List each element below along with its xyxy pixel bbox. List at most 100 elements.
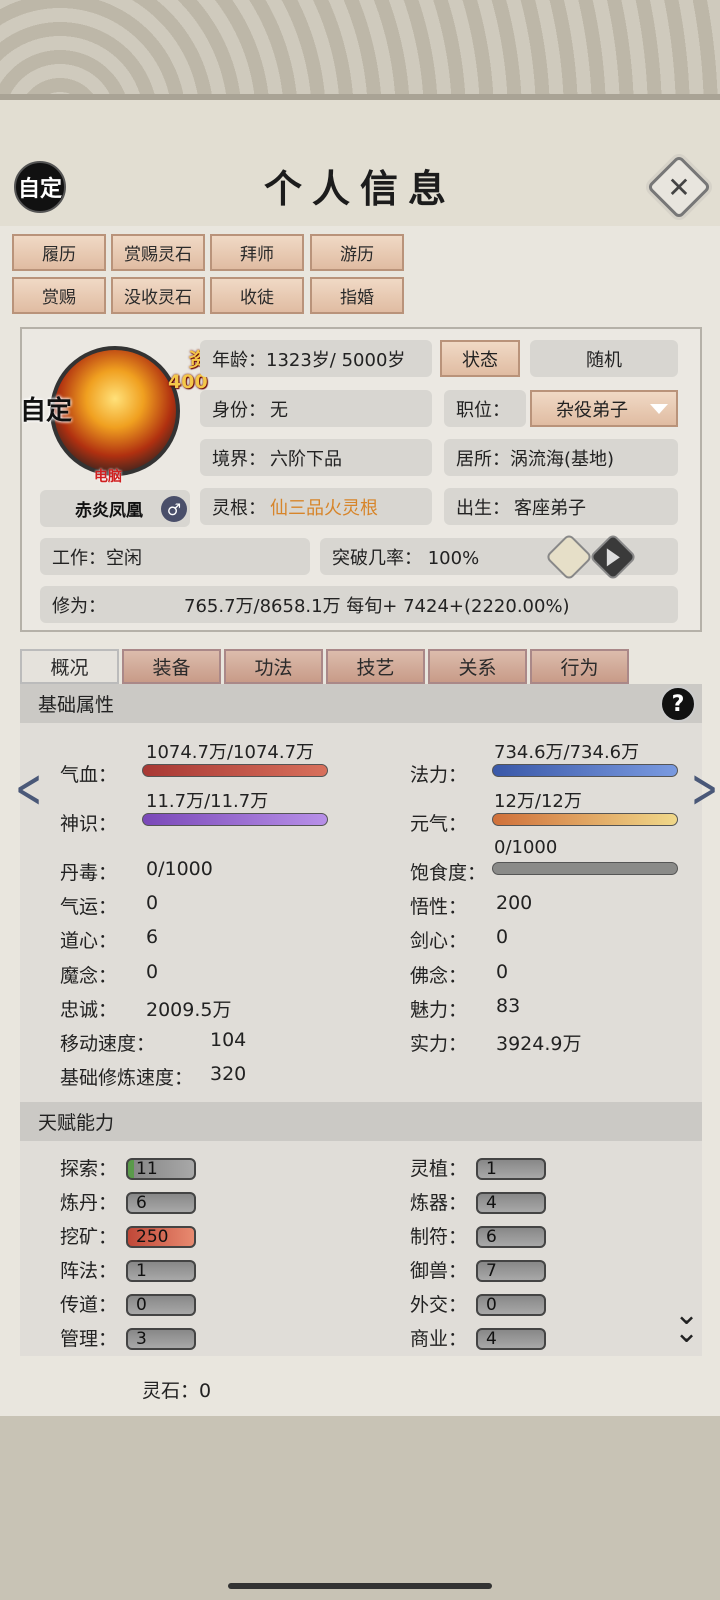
spirit-root-value: 仙三品火灵根 bbox=[270, 497, 378, 519]
realm-field: 境界： 六阶下品 bbox=[200, 439, 432, 476]
random-button[interactable]: 随机 bbox=[530, 340, 678, 377]
realm-value: 六阶下品 bbox=[270, 448, 342, 470]
tab-relations[interactable]: 关系 bbox=[428, 649, 527, 684]
talent-value: 11 bbox=[126, 1158, 196, 1180]
cultivation-value: 765.7万/8658.1万 每旬+ 7424+(2220.00%) bbox=[184, 595, 570, 617]
stat-label: 道心： bbox=[60, 930, 118, 952]
male-icon: ♂ bbox=[161, 496, 187, 522]
home-indicator[interactable] bbox=[228, 1583, 492, 1589]
stat-label: 佛念： bbox=[410, 965, 468, 987]
talent-header: 天赋能力 bbox=[20, 1102, 702, 1141]
stat-value: 200 bbox=[496, 892, 533, 914]
arrange-marriage-button[interactable]: 指婚 bbox=[310, 277, 404, 314]
hp-bar bbox=[142, 764, 328, 777]
tab-techniques[interactable]: 功法 bbox=[224, 649, 323, 684]
talent-label: 管理： bbox=[60, 1328, 118, 1350]
stat-label: 气运： bbox=[60, 896, 118, 918]
mana-label: 法力： bbox=[410, 764, 468, 786]
talent-value: 1 bbox=[126, 1260, 196, 1282]
talent-value: 1 bbox=[476, 1158, 546, 1180]
overview-content[interactable]: 基础属性 1074.7万/1074.7万 气血： 734.6万/734.6万 法… bbox=[20, 684, 702, 1356]
stat-label: 移动速度： bbox=[60, 1033, 156, 1055]
tab-overview[interactable]: 概况 bbox=[20, 649, 119, 684]
stat-value: 0 bbox=[496, 961, 509, 983]
reward-button[interactable]: 赏赐 bbox=[12, 277, 106, 314]
age-field: 年龄：1323岁/ 5000岁 bbox=[200, 340, 432, 377]
identity-value: 无 bbox=[270, 399, 288, 421]
talent-value: 3 bbox=[126, 1328, 196, 1350]
travel-button[interactable]: 游历 bbox=[310, 234, 404, 271]
bottom-area bbox=[0, 1416, 720, 1600]
chevron-left-icon[interactable]: < bbox=[15, 762, 42, 816]
talent-value: 250 bbox=[126, 1226, 196, 1248]
page-title: 个人信息 bbox=[263, 166, 456, 211]
vital-bar bbox=[492, 813, 678, 826]
apprentice-button[interactable]: 拜师 bbox=[210, 234, 304, 271]
dropdown-arrow-icon bbox=[650, 404, 668, 414]
talent-label: 炼丹： bbox=[60, 1192, 118, 1214]
satiety-value: 0/1000 bbox=[494, 837, 558, 858]
stat-value: 0 bbox=[496, 926, 509, 948]
avatar-auto-label: 自定 bbox=[20, 396, 73, 426]
stat-value: 0/1000 bbox=[146, 858, 213, 880]
talent-label: 御兽： bbox=[410, 1260, 468, 1282]
device-label: 电脑 bbox=[94, 469, 122, 485]
chevron-right-icon[interactable]: > bbox=[691, 762, 718, 816]
stat-value: 83 bbox=[496, 995, 521, 1017]
mana-value: 734.6万/734.6万 bbox=[494, 742, 640, 763]
tab-skills[interactable]: 技艺 bbox=[326, 649, 425, 684]
satiety-label: 饱食度： bbox=[410, 862, 487, 884]
stat-label: 悟性： bbox=[410, 896, 468, 918]
take-disciple-button[interactable]: 收徒 bbox=[210, 277, 304, 314]
stat-value: 6 bbox=[146, 926, 159, 948]
sense-bar bbox=[142, 813, 328, 826]
talent-label: 商业： bbox=[410, 1328, 468, 1350]
spirit-root-field: 灵根： 仙三品火灵根 bbox=[200, 488, 432, 525]
position-label: 职位： bbox=[444, 390, 526, 427]
sense-value: 11.7万/11.7万 bbox=[146, 791, 269, 812]
realm-label: 境界： bbox=[212, 448, 266, 470]
residence-field: 居所：涡流海(基地) bbox=[444, 439, 678, 476]
spirit-stone-count: 灵石：0 bbox=[142, 1380, 212, 1402]
birth-label: 出生： bbox=[456, 497, 510, 519]
help-icon[interactable]: ? bbox=[660, 686, 696, 722]
birth-field: 出生： 客座弟子 bbox=[444, 488, 678, 525]
basic-attributes-header: 基础属性 bbox=[20, 684, 702, 723]
talent-value: 6 bbox=[126, 1192, 196, 1214]
history-button[interactable]: 履历 bbox=[12, 234, 106, 271]
vital-label: 元气： bbox=[410, 813, 468, 835]
confiscate-stone-button[interactable]: 没收灵石 bbox=[111, 277, 205, 314]
mana-bar bbox=[492, 764, 678, 777]
sense-label: 神识： bbox=[60, 813, 118, 835]
stat-label: 实力： bbox=[410, 1033, 468, 1055]
stat-value: 0 bbox=[146, 892, 159, 914]
talent-label: 挖矿： bbox=[60, 1226, 118, 1248]
talent-value: 0 bbox=[126, 1294, 196, 1316]
work-field: 工作：空闲 bbox=[40, 538, 310, 575]
talent-label: 制符： bbox=[410, 1226, 468, 1248]
double-chevron-down-icon[interactable]: ⌄ ⌄ bbox=[674, 1300, 699, 1348]
stat-label: 魔念： bbox=[60, 965, 118, 987]
talent-value: 4 bbox=[476, 1328, 546, 1350]
talent-value: 7 bbox=[476, 1260, 546, 1282]
close-icon: ✕ bbox=[667, 170, 691, 204]
position-select[interactable]: 杂役弟子 bbox=[530, 390, 678, 427]
talent-label: 炼器： bbox=[410, 1192, 468, 1214]
stat-value: 104 bbox=[210, 1029, 247, 1051]
stat-label: 剑心： bbox=[410, 930, 468, 952]
status-button[interactable]: 状态 bbox=[440, 340, 520, 377]
decorative-top-band bbox=[0, 0, 720, 100]
reward-stone-button[interactable]: 赏赐灵石 bbox=[111, 234, 205, 271]
talent-value: 4 bbox=[476, 1192, 546, 1214]
tab-equipment[interactable]: 装备 bbox=[122, 649, 221, 684]
tab-behavior[interactable]: 行为 bbox=[530, 649, 629, 684]
satiety-bar bbox=[492, 862, 678, 875]
position-value: 杂役弟子 bbox=[556, 399, 628, 421]
stat-label: 丹毒： bbox=[60, 862, 118, 884]
birth-value: 客座弟子 bbox=[514, 497, 586, 519]
stat-label: 基础修炼速度： bbox=[60, 1067, 194, 1089]
spirit-root-label: 灵根： bbox=[212, 497, 266, 519]
talent-label: 阵法： bbox=[60, 1260, 118, 1282]
talent-label: 外交： bbox=[410, 1294, 468, 1316]
hp-label: 气血： bbox=[60, 764, 118, 786]
